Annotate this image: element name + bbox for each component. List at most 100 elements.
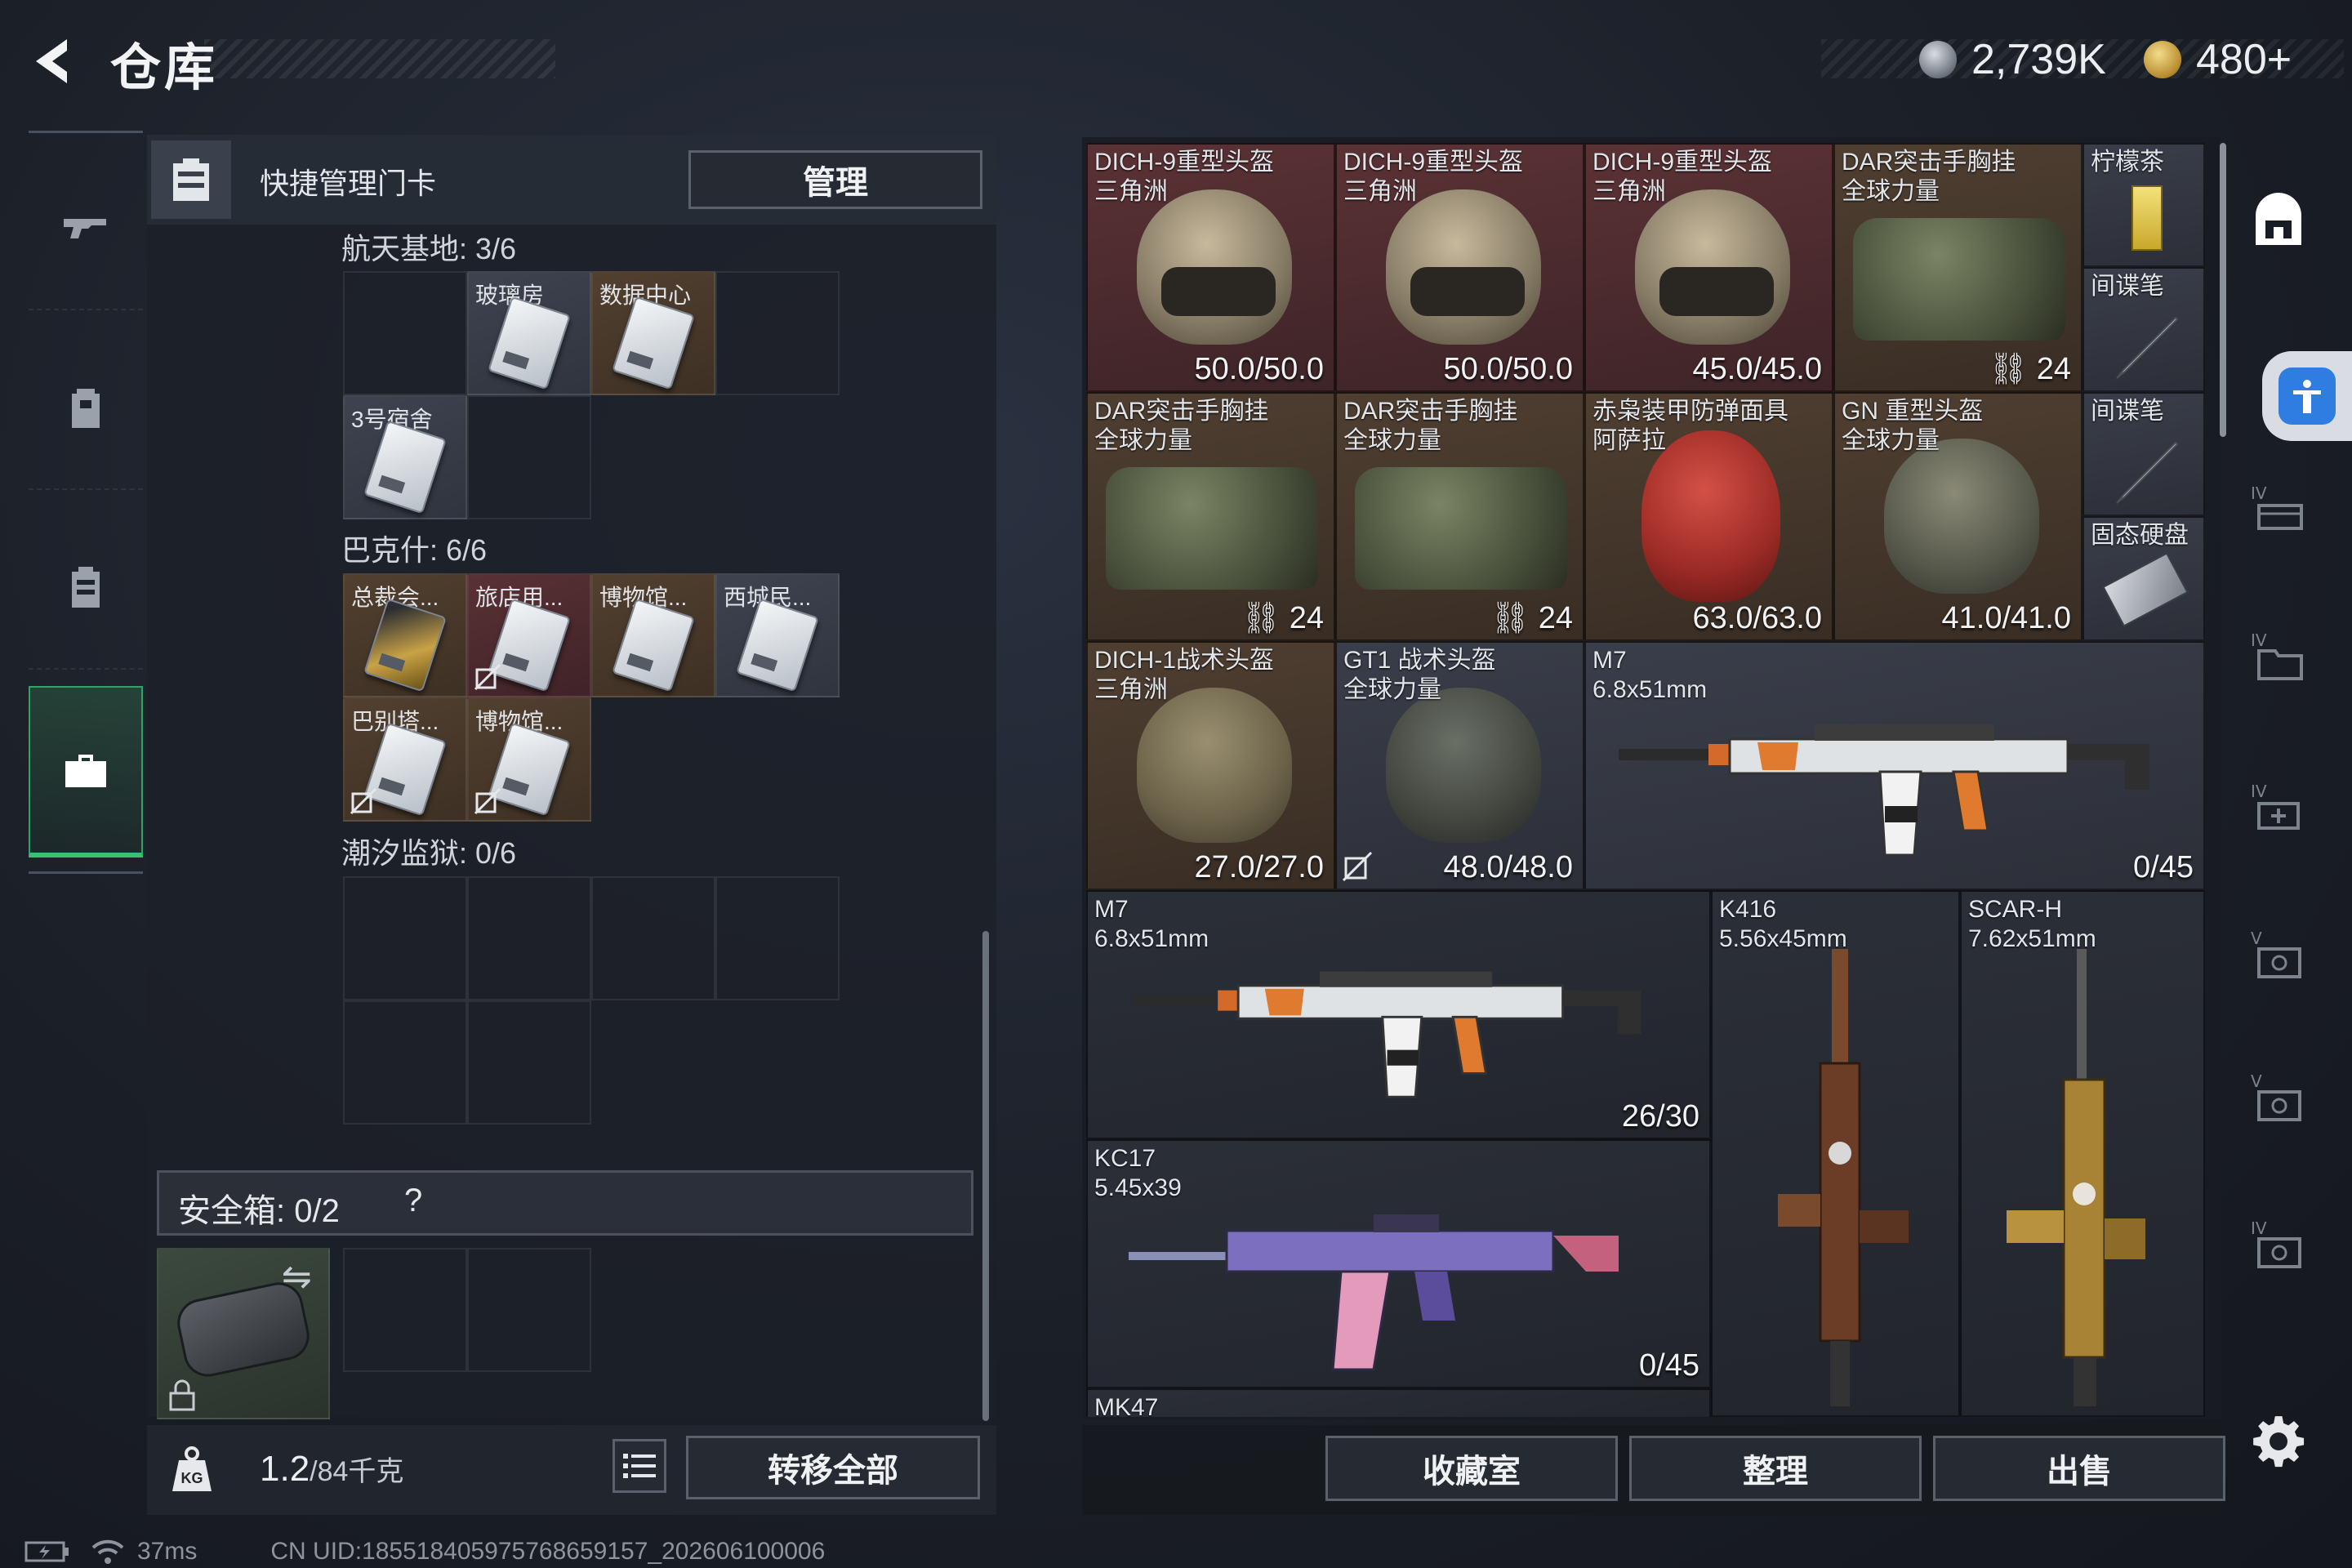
item-capacity-value: 24 [1289,601,1324,635]
keycard-slot[interactable]: 博物馆... [467,697,591,822]
rail-backpack-tab[interactable] [29,327,143,490]
capacity-icon: ⛓ [1490,601,1530,635]
keycard-slot[interactable]: 巴别塔... [343,697,467,822]
keycard-slot[interactable]: 旅店用... [467,573,591,697]
svg-text:V: V [2251,929,2262,948]
inventory-item[interactable]: GT1 战术头盔 全球力量 48.0/48.0 [1335,641,1584,890]
item-name: K416 5.56x45mm [1719,896,1847,952]
storage-tab-5[interactable]: IV [2242,621,2315,694]
keycard-slot[interactable] [467,876,591,1000]
keycard-slot[interactable]: 博物馆... [591,573,715,697]
rail-keycard-tab[interactable] [29,506,143,670]
spy-pen-icon [2116,316,2179,379]
inventory-item[interactable]: M7 6.8x51mm 26/30 [1086,890,1711,1139]
inventory-item[interactable]: 柠檬茶 [2082,143,2205,267]
safebox-help-button[interactable]: ? [404,1183,422,1219]
keycard-slot[interactable] [591,876,715,1000]
settings-button[interactable] [2242,1405,2315,1478]
item-name: M7 6.8x51mm [1592,647,1708,703]
folder-icon: IV [2251,630,2303,680]
transfer-all-button[interactable]: 转移全部 [686,1436,980,1499]
rail-toolbox-tab[interactable] [29,686,143,858]
item-name: DICH-9重型头盔 三角洲 [1094,149,1275,205]
keycard-slot[interactable]: 西城民... [715,573,840,697]
inventory-scrollbar[interactable] [2220,143,2226,437]
inventory-item[interactable]: 间谍笔 [2082,267,2205,392]
inventory-item[interactable]: GN 重型头盔 全球力量 41.0/41.0 [1833,392,2082,641]
inventory-item[interactable]: 固态硬盘 [2082,516,2205,641]
keycard-slot[interactable]: 数据中心 [591,271,715,395]
item-durability: 45.0/45.0 [1692,352,1822,386]
list-view-button[interactable] [612,1439,666,1493]
keycard-slot[interactable] [715,876,840,1000]
safebox-label: 安全箱: 0/2 [178,1193,340,1229]
keycard-slot[interactable] [343,876,467,1000]
collection-room-button[interactable]: 收藏室 [1325,1436,1618,1501]
item-name: 间谍笔 [2091,398,2164,425]
storage-tab-8[interactable]: V [2242,1062,2315,1135]
keycard-slot[interactable]: 玻璃房 [467,271,591,395]
swap-icon[interactable]: ⇋ [282,1256,312,1298]
sell-button[interactable]: 出售 [1933,1436,2225,1501]
inventory-item[interactable]: DICH-1战术头盔 三角洲 27.0/27.0 [1086,641,1335,890]
title-decoration [204,39,555,78]
storage-tab-4[interactable]: IV [2242,474,2315,547]
manage-button[interactable]: 管理 [688,150,982,209]
keycard-slot[interactable] [467,1000,591,1125]
inventory-item[interactable]: DICH-9重型头盔 三角洲 45.0/45.0 [1584,143,1833,392]
storage-tab-7[interactable]: V [2242,919,2315,992]
back-button[interactable] [24,33,82,90]
storage-tab-6[interactable]: IV [2242,772,2315,845]
keycard-slot[interactable]: 总裁会... [343,573,467,697]
item-name: DAR突击手胸挂 全球力量 [1343,398,1518,454]
item-name: DICH-9重型头盔 三角洲 [1343,149,1524,205]
inventory-item[interactable]: KC17 5.45x39 0/45 [1086,1139,1711,1388]
keycard-slot[interactable] [467,395,591,519]
keycard-slot[interactable] [715,271,840,395]
storage-home-button[interactable] [2242,184,2315,257]
safebox-slot[interactable] [343,1248,467,1372]
inventory-item[interactable]: 赤枭装甲防弹面具 阿萨拉 63.0/63.0 [1584,392,1833,641]
inventory-item[interactable]: MK47 [1086,1388,1711,1417]
gun-icon [64,219,106,238]
sort-button[interactable]: 整理 [1629,1436,1922,1501]
rifle-icon [1131,971,1642,1098]
item-durability: 50.0/50.0 [1443,352,1573,386]
keycard-slot[interactable]: 3号宿舍 [343,395,467,519]
inventory-item[interactable]: M7 6.8x51mm 0/45 [1584,641,2205,890]
chest-rig-icon [1106,467,1318,590]
item-name: DICH-9重型头盔 三角洲 [1592,149,1773,205]
spy-pen-icon [2116,441,2179,504]
inventory-item[interactable]: K416 5.56x45mm [1711,890,1960,1417]
smg-icon [1129,1214,1619,1371]
inventory-item[interactable]: DICH-9重型头盔 三角洲 50.0/50.0 [1086,143,1335,392]
currency-tokens[interactable]: 480+ [2144,31,2292,88]
keycard-slot[interactable] [343,271,467,395]
rifle-icon [1619,724,2149,857]
inventory-item[interactable]: DAR突击手胸挂 全球力量 ⛓ 24 [1086,392,1335,641]
currency-tokens-value: 480+ [2196,36,2292,83]
item-ammo: 0/45 [1639,1348,1699,1383]
no-drop-icon [474,787,501,815]
carry-weight-value: 1.2 [260,1449,310,1489]
inventory-item[interactable]: SCAR-H 7.62x51mm [1960,890,2205,1417]
gear-icon [2253,1416,2305,1468]
accessibility-button[interactable] [2262,351,2352,441]
storage-tab-9[interactable]: IV [2242,1209,2315,1282]
rail-weapons-tab[interactable] [29,147,143,310]
keycard-panel-scrollbar[interactable] [982,931,989,1421]
no-drop-icon [350,787,377,815]
chest-rig-icon [1355,467,1567,590]
item-name: GN 重型头盔 全球力量 [1842,398,1984,454]
item-capacity: ⛓ 24 [1989,351,2071,387]
keycard-slot[interactable] [343,1000,467,1125]
inventory-item[interactable]: DAR突击手胸挂 全球力量 ⛓ 24 [1833,143,2082,392]
inventory-grid: DICH-9重型头盔 三角洲 50.0/50.0 DICH-9重型头盔 三角洲 … [1086,143,2205,1417]
inventory-item[interactable]: 间谍笔 [2082,392,2205,516]
safebox-slot[interactable] [467,1248,591,1372]
silver-coin-icon [1919,41,1957,78]
inventory-item[interactable]: DAR突击手胸挂 全球力量 ⛓ 24 [1335,392,1584,641]
item-capacity-value: 24 [2036,352,2071,386]
inventory-item[interactable]: DICH-9重型头盔 三角洲 50.0/50.0 [1335,143,1584,392]
accessibility-icon [2278,368,2336,425]
